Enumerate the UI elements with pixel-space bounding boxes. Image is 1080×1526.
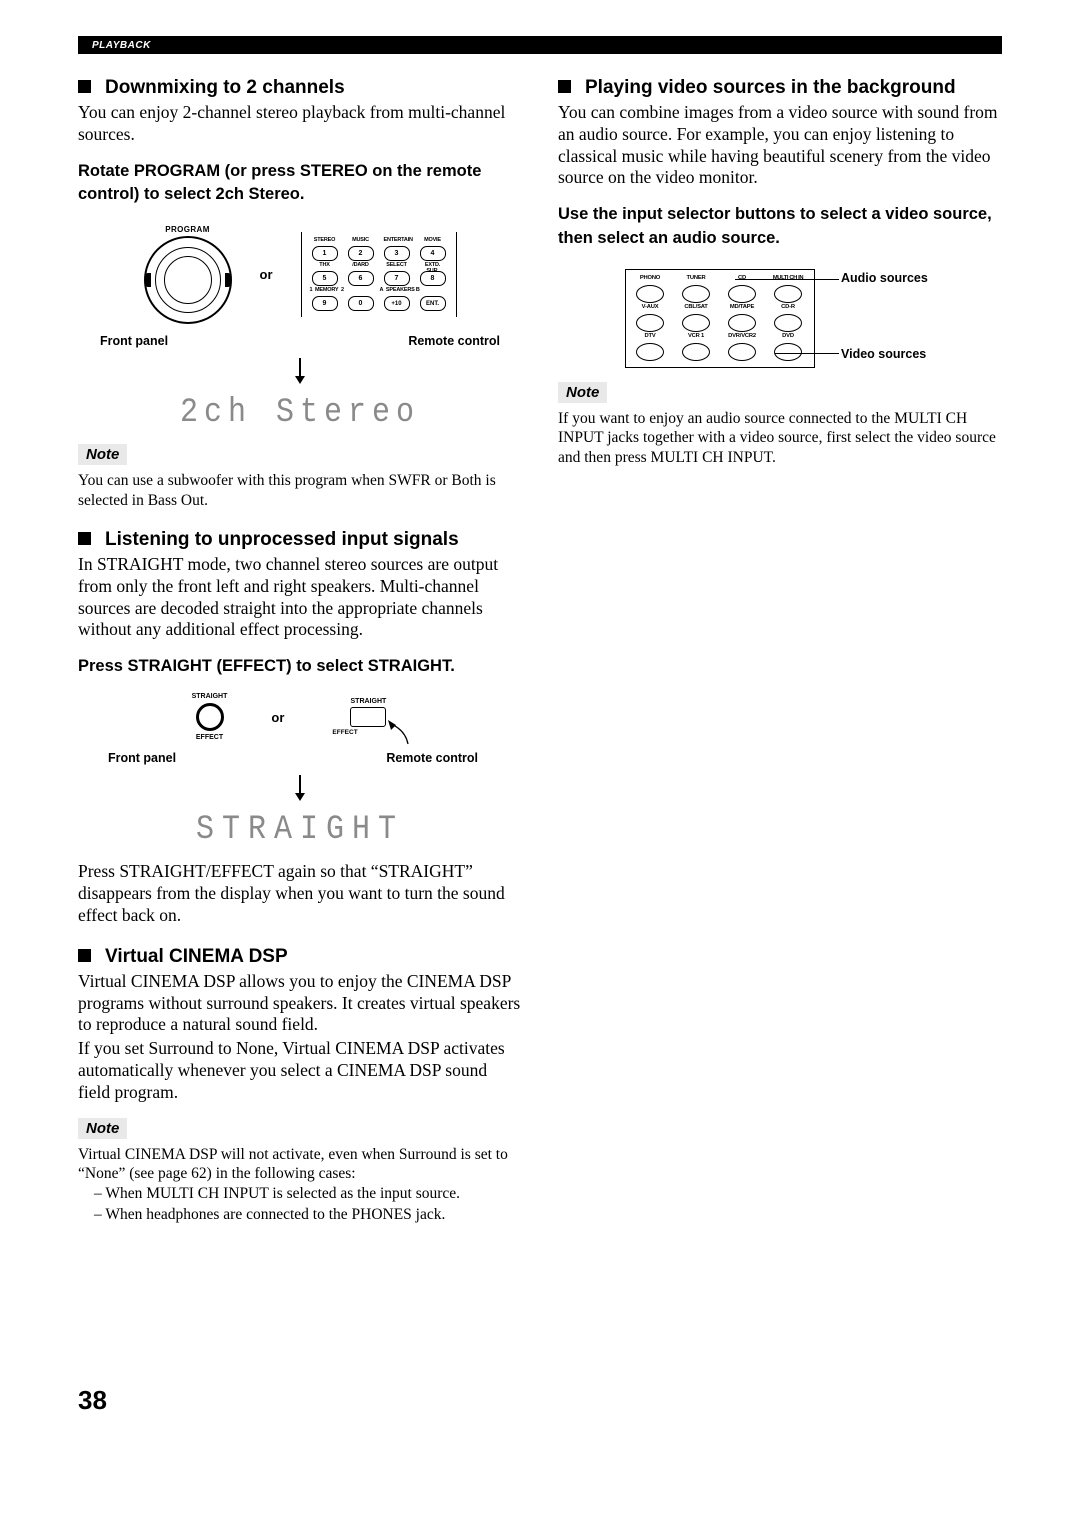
or-label: or [271,710,284,725]
bullet-square [78,532,91,545]
arrow-down-icon [78,358,522,390]
source-button-icon [728,343,756,361]
note-label: Note [558,382,607,403]
source-button-icon [682,343,710,361]
header-chip: PLAYBACK [78,40,151,51]
note-text: Virtual CINEMA DSP will not activate, ev… [78,1145,522,1184]
source-button-icon [636,314,664,332]
lcd-display-text: STRAIGHT [78,811,522,850]
section-title-downmixing: Downmixing to 2 channels [105,76,345,100]
caption-front-panel: Front panel [100,334,168,348]
arrow-down-icon [78,775,522,807]
note-text: You can use a subwoofer with this progra… [78,471,522,510]
lcd-display-text: 2ch Stereo [78,394,522,433]
body-text: Virtual CINEMA DSP allows you to enjoy t… [78,971,522,1037]
left-column: Downmixing to 2 channels You can enjoy 2… [78,58,522,1416]
source-button-icon [728,314,756,332]
dial-label: PROGRAM [144,225,232,234]
bullet-square [558,80,571,93]
list-item: – When headphones are connected to the P… [78,1205,522,1226]
source-button-icon [774,314,802,332]
note-text: If you want to enjoy an audio source con… [558,409,1002,467]
straight-button-icon [196,703,224,731]
source-button-icon [728,285,756,303]
source-button-icon [682,314,710,332]
source-button-icon [636,343,664,361]
caption-front-panel: Front panel [108,751,176,765]
section-title-video-background: Playing video sources in the background [585,76,956,100]
caption-remote-control: Remote control [408,334,500,348]
figure-input-selector: PHONO TUNER CD MULTI CH IN V-AUX CBL/SAT… [615,269,945,368]
note-label: Note [78,1118,127,1139]
leader-line [775,353,839,354]
audio-sources-label: Audio sources [841,271,928,285]
bullet-square [78,949,91,962]
instruction-text: Use the input selector buttons to select… [558,203,1002,251]
effect-label: EFFECT [192,734,228,741]
body-text: You can enjoy 2-channel stereo playback … [78,102,522,146]
pointer-arrow-icon [382,720,412,746]
caption-remote-control: Remote control [386,751,478,765]
body-text: You can combine images from a video sour… [558,102,1002,190]
source-button-icon [682,285,710,303]
straight-label: STRAIGHT [328,698,408,705]
list-item: – When MULTI CH INPUT is selected as the… [78,1184,522,1205]
instruction-text: Rotate PROGRAM (or press STEREO on the r… [78,160,522,208]
or-label: or [260,267,273,282]
figure-straight-effect: STRAIGHT EFFECT or STRAIGHT EFFECT [78,693,522,741]
source-button-icon [636,285,664,303]
right-column: Playing video sources in the background … [558,58,1002,1416]
section-title-virtual-cinema: Virtual CINEMA DSP [105,945,288,969]
leader-line [735,279,839,280]
video-sources-label: Video sources [841,347,926,361]
page-number: 38 [78,1385,522,1416]
remote-keypad-icon: STEREO1 MUSIC2 ENTERTAIN3 MOVIE4 THX5 /D… [301,232,457,317]
header-bar: PLAYBACK [78,36,1002,54]
bullet-square [78,80,91,93]
program-dial-icon [144,236,232,324]
remote-straight-button-icon [350,707,386,727]
section-title-unprocessed: Listening to unprocessed input signals [105,528,459,552]
note-label: Note [78,444,127,465]
body-text: In STRAIGHT mode, two channel stereo sou… [78,554,522,642]
body-text: If you set Surround to None, Virtual CIN… [78,1038,522,1104]
body-text: Press STRAIGHT/EFFECT again so that “STR… [78,861,522,927]
straight-label: STRAIGHT [192,693,228,700]
source-button-icon [774,285,802,303]
instruction-text: Press STRAIGHT (EFFECT) to select STRAIG… [78,655,522,679]
source-button-icon [774,343,802,361]
figure-program-dial-and-keypad: PROGRAM or STEREO1 MUSIC2 ENTERTAIN3 MOV… [78,225,522,324]
